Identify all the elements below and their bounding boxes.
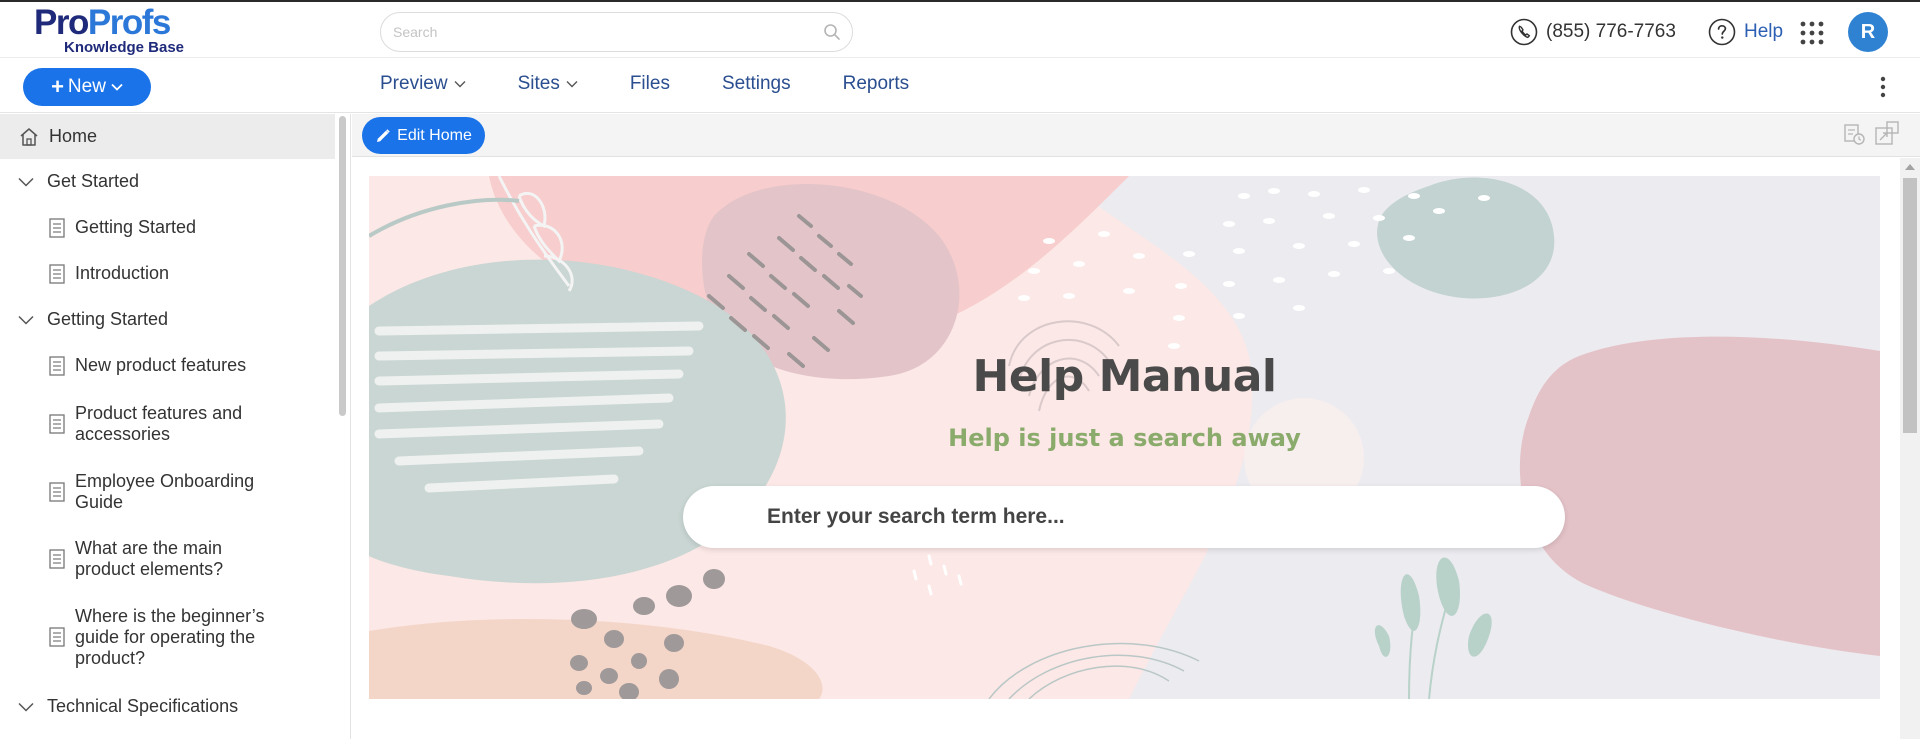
chevron-down-icon[interactable] bbox=[18, 177, 34, 187]
help-label: Help bbox=[1744, 21, 1784, 42]
sidebar-page-label: Where is the beginner’s guide for operat… bbox=[75, 606, 264, 669]
nav-sites[interactable]: Sites bbox=[518, 73, 578, 95]
nav-files[interactable]: Files bbox=[630, 73, 670, 95]
content-scrollbar-thumb[interactable] bbox=[1903, 178, 1917, 433]
home-icon bbox=[20, 127, 38, 146]
sidebar-page-employee-onboarding[interactable]: Employee Onboarding Guide bbox=[0, 471, 335, 513]
sidebar-page-label: Employee Onboarding Guide bbox=[75, 471, 254, 513]
proprofs-logo[interactable]: ProProfs Knowledge Base bbox=[34, 5, 194, 57]
hero-search-input[interactable] bbox=[767, 505, 1527, 529]
global-search[interactable] bbox=[380, 12, 853, 52]
nav-sites-label: Sites bbox=[517, 73, 560, 94]
nav-settings[interactable]: Settings bbox=[722, 73, 791, 95]
sidebar-page-label-line: product elements? bbox=[75, 559, 224, 579]
sidebar-page-label-line: Employee Onboarding bbox=[75, 471, 255, 491]
kebab-icon[interactable] bbox=[1879, 76, 1887, 98]
sidebar-page-introduction[interactable]: Introduction bbox=[0, 263, 335, 284]
sidebar-page-label-line: Guide bbox=[75, 492, 124, 512]
sidebar-page-label-line: New product features bbox=[75, 355, 247, 375]
sidebar-item-home[interactable]: Home bbox=[0, 114, 335, 159]
sidebar-page-label-line: What are the main bbox=[75, 538, 223, 558]
app-root: ProProfs Knowledge Base (855) 776-7763 bbox=[0, 0, 1920, 739]
user-avatar[interactable]: R bbox=[1848, 12, 1888, 52]
new-button[interactable]: + New bbox=[23, 68, 151, 106]
sidebar-page-beginners-guide[interactable]: Where is the beginner’s guide for operat… bbox=[0, 606, 335, 669]
main-content: Edit Home Help Manual Help is just a sea… bbox=[352, 114, 1920, 739]
content-toolbar: Edit Home bbox=[352, 114, 1920, 157]
logo-product-name: Knowledge Base bbox=[64, 39, 185, 56]
sidebar-page-label: Introduction bbox=[75, 263, 169, 284]
logo-brand: ProProfs bbox=[34, 3, 171, 42]
sidebar-folder-getting-started[interactable]: Getting Started bbox=[0, 309, 335, 330]
sidebar-page-label-line: Product features and bbox=[75, 403, 243, 423]
nav-files-label: Files bbox=[629, 73, 670, 94]
chevron-down-icon bbox=[454, 81, 466, 88]
page-icon bbox=[49, 482, 65, 502]
logo-brand-part2: Profs bbox=[87, 3, 171, 42]
sidebar-page-label: Getting Started bbox=[75, 217, 196, 238]
phone-contact[interactable]: (855) 776-7763 bbox=[1510, 18, 1676, 46]
help-circle-icon bbox=[1708, 18, 1736, 46]
sidebar-folder-technical-specifications[interactable]: Technical Specifications bbox=[0, 696, 335, 717]
chevron-down-icon[interactable] bbox=[18, 702, 34, 712]
sidebar-page-label-line: Where is the beginner’s bbox=[75, 606, 265, 626]
hero-search-box[interactable] bbox=[683, 486, 1565, 548]
content-scrollbar[interactable] bbox=[1900, 158, 1920, 739]
sidebar-page-label: New product features bbox=[75, 355, 246, 376]
phone-number: (855) 776-7763 bbox=[1546, 21, 1676, 42]
chevron-down-icon bbox=[111, 83, 123, 91]
hero-banner: Help Manual Help is just a search away bbox=[369, 176, 1880, 699]
hero-title: Help Manual bbox=[972, 351, 1277, 402]
edit-home-button[interactable]: Edit Home bbox=[362, 117, 485, 154]
help-link[interactable]: Help bbox=[1708, 18, 1783, 46]
page-icon bbox=[49, 549, 65, 569]
sidebar-page-label-line: Introduction bbox=[75, 263, 170, 283]
sidebar-page-label: What are the main product elements? bbox=[75, 538, 223, 580]
sidebar-page-product-features[interactable]: Product features and accessories bbox=[0, 403, 335, 445]
page-icon bbox=[49, 356, 65, 376]
sidebar-page-label-line: Getting Started bbox=[75, 217, 197, 237]
chevron-down-icon[interactable] bbox=[18, 315, 34, 325]
sidebar-scrollbar[interactable] bbox=[339, 116, 346, 416]
plus-icon: + bbox=[51, 74, 64, 99]
nav-preview[interactable]: Preview bbox=[380, 73, 466, 95]
expand-icon[interactable] bbox=[1874, 120, 1900, 146]
sidebar-page-label-line: guide for operating the bbox=[75, 627, 256, 647]
new-button-label: New bbox=[67, 76, 106, 97]
phone-icon bbox=[1510, 18, 1538, 46]
page-icon bbox=[49, 264, 65, 284]
nav-preview-label: Preview bbox=[380, 73, 448, 94]
sidebar-page-getting-started[interactable]: Getting Started bbox=[0, 217, 335, 238]
sidebar-folder-label: Getting Started bbox=[47, 309, 169, 329]
search-icon[interactable] bbox=[822, 22, 842, 42]
page-icon bbox=[49, 218, 65, 238]
sidebar-folder-get-started[interactable]: Get Started bbox=[0, 171, 335, 192]
apps-grid-icon[interactable] bbox=[1800, 21, 1824, 45]
pencil-icon bbox=[377, 128, 390, 142]
sidebar-folder-label: Get Started bbox=[47, 171, 140, 191]
sidebar: Home Get Started Getting Started Introdu… bbox=[0, 114, 351, 739]
sidebar-folder-label: Technical Specifications bbox=[47, 696, 239, 716]
sidebar-page-label-line: product? bbox=[75, 648, 146, 668]
global-search-input[interactable] bbox=[393, 21, 813, 43]
sidebar-home-label: Home bbox=[49, 126, 98, 146]
sidebar-page-label: Product features and accessories bbox=[75, 403, 242, 445]
page-icon bbox=[49, 627, 65, 647]
top-header: ProProfs Knowledge Base (855) 776-7763 bbox=[0, 2, 1920, 58]
main-nav: Preview Sites Files Settings Reports bbox=[380, 73, 961, 95]
nav-reports-label: Reports bbox=[842, 73, 910, 94]
sidebar-page-label-line: accessories bbox=[75, 424, 171, 444]
scroll-up-arrow-icon[interactable] bbox=[1905, 164, 1915, 170]
page-icon bbox=[49, 414, 65, 434]
hero-subtitle: Help is just a search away bbox=[948, 424, 1301, 452]
sidebar-page-new-product-features[interactable]: New product features bbox=[0, 355, 335, 376]
edit-home-label: Edit Home bbox=[397, 126, 472, 144]
action-bar: + New Preview Sites Files Settings Repor… bbox=[0, 58, 1920, 113]
nav-settings-label: Settings bbox=[721, 73, 791, 94]
revision-history-icon[interactable] bbox=[1842, 122, 1866, 146]
sidebar-page-main-product-elements[interactable]: What are the main product elements? bbox=[0, 538, 335, 580]
chevron-down-icon bbox=[566, 81, 578, 88]
nav-reports[interactable]: Reports bbox=[843, 73, 910, 95]
logo-brand-part1: Pro bbox=[34, 3, 89, 42]
